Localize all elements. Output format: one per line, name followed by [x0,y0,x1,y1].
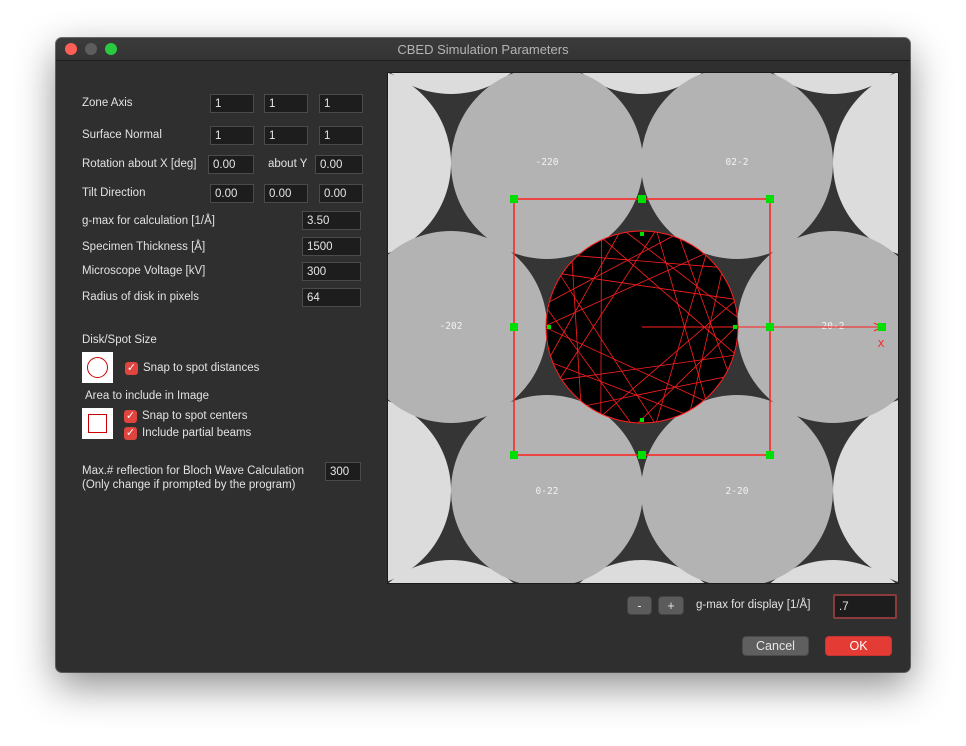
disk-handle-3 [733,325,737,329]
include-partial-beams-label: Include partial beams [142,427,252,439]
disk-handle-2 [547,325,551,329]
surface-normal-l-input[interactable] [319,126,363,145]
tilt-x-input[interactable] [210,184,254,203]
window-title: CBED Simulation Parameters [397,42,569,57]
thickness-input[interactable] [302,237,361,256]
bloch-reflections-input[interactable] [325,462,361,481]
rotation-y-label: about Y [268,158,308,170]
disk-handle-0 [640,232,644,236]
checkmark-icon: ✓ [125,427,136,439]
tilt-direction-label: Tilt Direction [82,187,146,199]
disk-radius-label: Radius of disk in pixels [82,291,199,303]
zone-axis-v-input[interactable] [264,94,308,113]
snap-spot-distances-checkbox[interactable]: ✓ [125,362,138,375]
zoom-out-button[interactable]: - [627,596,652,615]
resize-handle-3 [510,323,518,331]
ok-button[interactable]: OK [825,636,892,656]
square-preview-icon[interactable] [82,408,113,439]
zone-axis-w-input[interactable] [319,94,363,113]
resize-handle-5 [510,451,518,459]
thickness-label: Specimen Thickness [Å] [82,241,206,253]
title-bar: CBED Simulation Parameters [56,38,910,61]
rotation-x-input[interactable] [208,155,254,174]
snap-spot-centers-label: Snap to spot centers [142,410,248,422]
snap-spot-centers-checkbox[interactable]: ✓ [124,410,137,423]
surface-normal-h-input[interactable] [210,126,254,145]
disk-radius-input[interactable] [302,288,361,307]
checkmark-icon: ✓ [125,410,136,422]
checkmark-icon: ✓ [126,362,137,374]
x-axis-label: X [878,339,885,350]
bloch-reflections-label: Max.# reflection for Bloch Wave Calculat… [82,465,305,477]
disk-handle-1 [640,418,644,422]
disk-index-label: -220 [536,157,559,168]
gmax-display-label: g-max for display [1/Å] [696,599,811,611]
resize-handle-2 [766,195,774,203]
include-partial-beams-checkbox[interactable]: ✓ [124,427,137,440]
resize-handle-8 [878,323,886,331]
tilt-y-input[interactable] [264,184,308,203]
resize-handle-4 [766,323,774,331]
gmax-display-input[interactable] [833,594,897,619]
disk-spot-heading: Disk/Spot Size [82,334,157,346]
disk-index-label: 02-2 [726,157,749,168]
resize-handle-7 [766,451,774,459]
resize-handle-6 [638,451,646,459]
gmax-calc-input[interactable] [302,211,361,230]
gmax-calc-label: g-max for calculation [1/Å] [82,215,215,227]
voltage-input[interactable] [302,262,361,281]
surface-normal-k-input[interactable] [264,126,308,145]
zoom-in-button[interactable]: + [658,596,684,615]
resize-handle-1 [638,195,646,203]
cancel-button[interactable]: Cancel [742,636,809,656]
rotation-x-label: Rotation about X [deg] [82,158,197,170]
disk-index-label: 0-22 [536,486,559,497]
zone-axis-u-input[interactable] [210,94,254,113]
disk-index-label: 2-20 [726,486,749,497]
bloch-reflections-hint: (Only change if prompted by the program) [82,479,296,491]
voltage-label: Microscope Voltage [kV] [82,265,206,277]
rotation-y-input[interactable] [315,155,363,174]
tilt-z-input[interactable] [319,184,363,203]
circle-preview-icon[interactable] [82,352,113,383]
area-heading: Area to include in Image [85,390,210,402]
cbed-pattern-svg[interactable]: -220 02-2-202 20-20-22 2-20X [388,73,898,583]
snap-spot-distances-label: Snap to spot distances [143,362,260,374]
dialog-window: CBED Simulation Parameters Zone Axis Sur… [56,38,910,672]
zone-axis-label: Zone Axis [82,97,133,109]
surface-normal-label: Surface Normal [82,129,162,141]
cbed-pattern-canvas[interactable]: -220 02-2 -202 20-2 0-22 2-20 X [387,72,899,584]
disk-index-label: -202 [440,321,463,332]
resize-handle-0 [510,195,518,203]
